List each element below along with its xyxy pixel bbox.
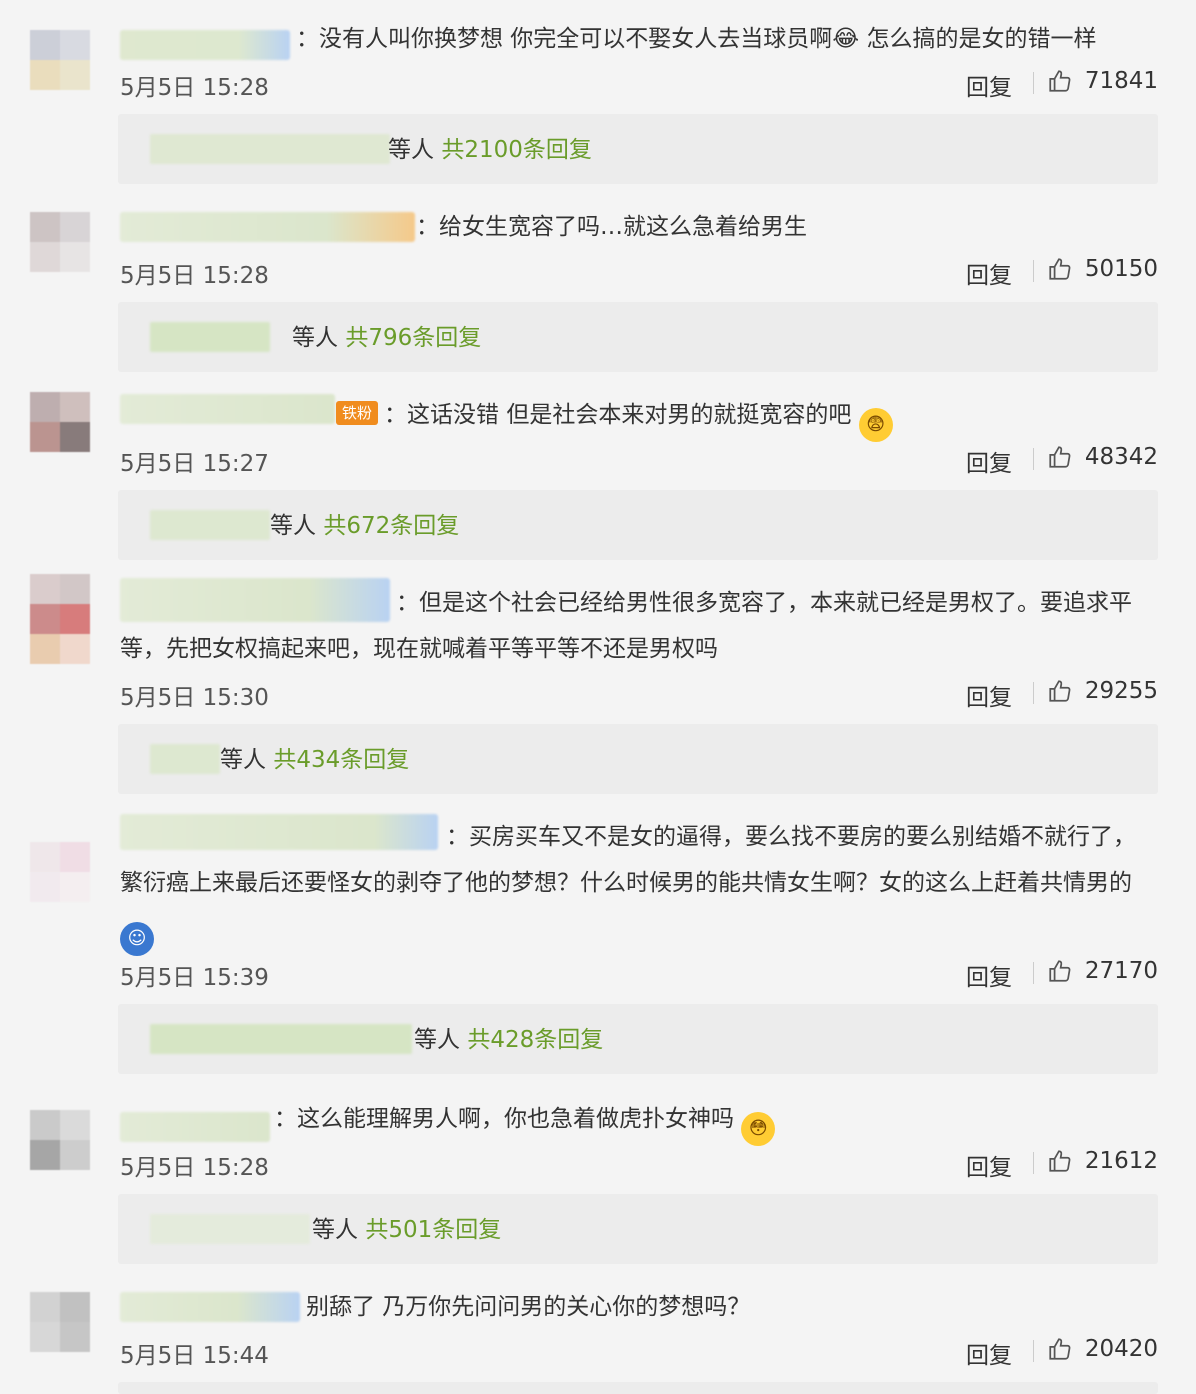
divider [1033,260,1034,282]
divider [1033,72,1034,94]
reply-summary[interactable]: 等人 共501条回复 [118,1194,1158,1264]
comment-text: 别舔了 乃万你先问问男的关心你的梦想吗？ [306,1294,751,1320]
avatar[interactable] [30,392,90,452]
thumbs-up-icon [1049,960,1071,982]
thumbs-up-icon [1049,70,1071,92]
thumbs-up-icon [1049,1338,1071,1360]
reply-count-link[interactable]: 共428条回复 [467,1027,603,1053]
reply-button[interactable]: 回复 [966,1336,1012,1370]
reply-summary[interactable]: 等人 共796条回复 [118,302,1158,372]
reply-button[interactable]: 回复 [966,68,1012,102]
reply-button[interactable]: 回复 [966,958,1012,992]
like-button[interactable]: 20420 [1047,1336,1158,1362]
reply-prefix: 等人 [220,747,266,773]
reply-prefix: 等人 [388,137,434,163]
comment-date: 5月5日 15:28 [120,1155,269,1181]
like-count: 48342 [1084,444,1158,470]
avatar[interactable] [30,1110,90,1170]
like-count: 29255 [1084,678,1158,704]
reply-button[interactable]: 回复 [966,444,1012,478]
reply-count-link[interactable]: 共501条回复 [365,1217,501,1243]
like-count: 20420 [1084,1336,1158,1362]
emoji-icon: 😳 [741,1112,776,1146]
like-button[interactable]: 29255 [1047,678,1158,704]
comment-text: ：给女生宽容了吗…就这么急着给男生 [416,214,807,240]
like-button[interactable]: 50150 [1047,256,1158,282]
avatar[interactable] [30,842,90,902]
reply-count-link[interactable]: 共2100条回复 [441,137,592,163]
comment-text: ：这么能理解男人啊，你也急着做虎扑女神吗 😳 [120,1096,1156,1146]
like-count: 71841 [1084,68,1158,94]
comment-text: 铁粉 ：这话没错 但是社会本来对男的就挺宽容的吧 😨 [120,392,1156,442]
emoji-icon: 😨 [858,408,893,442]
reply-count-link[interactable]: 共434条回复 [273,747,409,773]
thumbs-up-icon [1049,1150,1071,1172]
comment-text: ：没有人叫你换梦想 你完全可以不娶女人去当球员啊😂 怎么搞的是女的错一样 [296,26,1097,52]
comment-date: 5月5日 15:28 [120,75,269,101]
like-button[interactable]: 27170 [1047,958,1158,984]
comment-text: ：买房买车又不是女的逼得，要么找不要房的要么别结婚不就行了，繁衍癌上来最后还要怪… [120,814,1156,956]
emoji-icon: ☺ [120,922,154,956]
divider [1033,448,1034,470]
like-count: 21612 [1084,1148,1158,1174]
reply-summary[interactable]: 等人 共434条回复 [118,724,1158,794]
like-count: 50150 [1084,256,1158,282]
reply-summary[interactable]: 等人 共428条回复 [118,1004,1158,1074]
comment-text: ：但是这个社会已经给男性很多宽容了，本来就已经是男权了。要追求平等，先把女权搞起… [120,590,1132,662]
avatar[interactable] [30,1292,90,1352]
like-button[interactable]: 71841 [1047,68,1158,94]
reply-users-blurred [150,744,220,774]
reply-prefix: 等人 [414,1027,460,1053]
reply-button[interactable]: 回复 [966,678,1012,712]
reply-users-blurred [150,1024,412,1054]
comment-date: 5月5日 15:44 [120,1343,269,1369]
reply-summary[interactable]: 等人 共672条回复 [118,490,1158,560]
reply-summary[interactable]: 等人 共2100条回复 [118,114,1158,184]
reply-users-blurred [150,510,270,540]
like-button[interactable]: 21612 [1047,1148,1158,1174]
divider [1033,962,1034,984]
reply-users-blurred [150,322,270,352]
divider [1033,1152,1034,1174]
reply-users-blurred [150,134,390,164]
comment-date: 5月5日 15:30 [120,685,269,711]
comment-date: 5月5日 15:28 [120,263,269,289]
reply-users-blurred [150,1214,310,1244]
fan-badge: 铁粉 [336,401,379,425]
thumbs-up-icon [1049,446,1071,468]
avatar[interactable] [30,574,90,664]
reply-prefix: 等人 [312,1217,358,1243]
thumbs-up-icon [1049,680,1071,702]
reply-button[interactable]: 回复 [966,256,1012,290]
avatar[interactable] [30,30,90,90]
reply-count-link[interactable]: 共796条回复 [345,325,481,351]
reply-summary-partial[interactable] [118,1382,1158,1394]
comment-date: 5月5日 15:27 [120,451,269,477]
divider [1033,682,1034,704]
reply-button[interactable]: 回复 [966,1148,1012,1182]
reply-prefix: 等人 [292,325,338,351]
reply-count-link[interactable]: 共672条回复 [323,513,459,539]
thumbs-up-icon [1049,258,1071,280]
divider [1033,1340,1034,1362]
avatar[interactable] [30,212,90,272]
reply-prefix: 等人 [270,513,316,539]
like-count: 27170 [1084,958,1158,984]
comment-date: 5月5日 15:39 [120,965,269,991]
like-button[interactable]: 48342 [1047,444,1158,470]
